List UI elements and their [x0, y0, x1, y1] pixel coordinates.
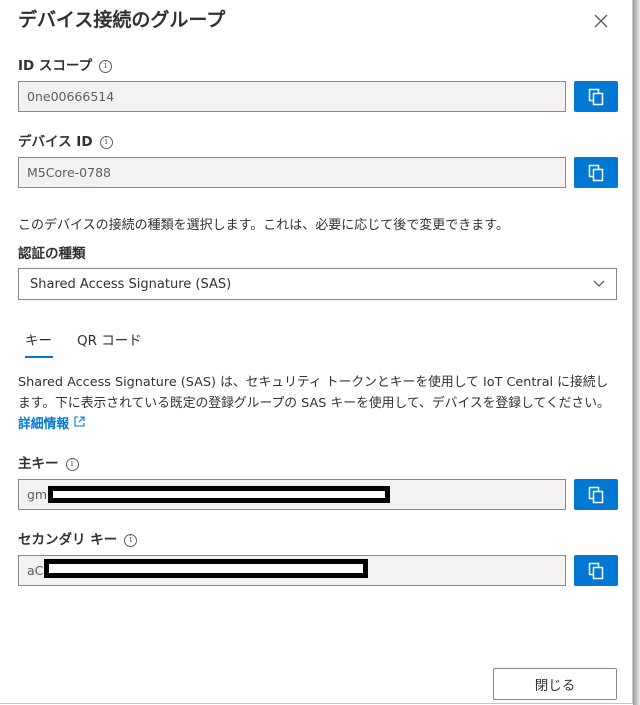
- primary-key-label: 主キー i: [18, 455, 79, 473]
- external-link-icon: [74, 416, 85, 427]
- close-icon: [594, 14, 608, 28]
- redaction-box: [48, 486, 390, 503]
- copy-icon: [588, 486, 604, 503]
- auth-type-dropdown[interactable]: Shared Access Signature (SAS): [18, 268, 617, 300]
- auth-type-label: 認証の種類: [18, 245, 86, 263]
- id-scope-label-text: ID スコープ: [18, 58, 93, 74]
- close-button[interactable]: 閉じる: [493, 668, 617, 700]
- copy-icon: [588, 562, 604, 579]
- redaction-box: [44, 559, 368, 578]
- secondary-key-label: セカンダリ キー i: [18, 531, 138, 549]
- primary-key-label-text: 主キー: [18, 456, 59, 472]
- redaction-fill: [53, 491, 385, 498]
- chevron-down-icon: [593, 280, 605, 287]
- tab-qr-code[interactable]: QR コード: [77, 331, 142, 351]
- info-icon[interactable]: i: [65, 457, 79, 471]
- connection-type-description: このデバイスの接続の種類を選択します。これは、必要に応じて後で変更できます。: [18, 218, 510, 233]
- learn-more-link-text: 詳細情報: [18, 417, 70, 432]
- panel-edge-shadow: [633, 0, 640, 705]
- device-connection-group-dialog: デバイス接続のグループ ID スコープ i 0ne00666514 デバイス I…: [0, 0, 633, 704]
- copy-secondary-key-button[interactable]: [574, 555, 618, 586]
- copy-device-id-button[interactable]: [574, 157, 618, 188]
- device-id-label-text: デバイス ID: [18, 134, 93, 150]
- device-id-field[interactable]: M5Core-0788: [18, 157, 566, 188]
- active-tab-indicator: [25, 356, 53, 358]
- dialog-title: デバイス接続のグループ: [18, 9, 226, 31]
- auth-type-selected: Shared Access Signature (SAS): [30, 276, 232, 292]
- copy-icon: [588, 88, 604, 105]
- sas-description-text: Shared Access Signature (SAS) は、セキュリティ ト…: [18, 375, 610, 411]
- primary-key-value: gm: [27, 487, 48, 502]
- copy-id-scope-button[interactable]: [574, 81, 618, 112]
- info-icon[interactable]: i: [99, 135, 113, 149]
- tab-keys[interactable]: キー: [25, 331, 52, 351]
- id-scope-label: ID スコープ i: [18, 57, 113, 75]
- secondary-key-value: aC: [27, 563, 44, 578]
- sas-description: Shared Access Signature (SAS) は、セキュリティ ト…: [18, 372, 618, 435]
- id-scope-value: 0ne00666514: [27, 89, 115, 104]
- learn-more-link[interactable]: 詳細情報: [18, 416, 85, 432]
- redaction-fill: [49, 564, 363, 573]
- info-icon[interactable]: i: [99, 59, 113, 73]
- auth-type-label-text: 認証の種類: [18, 246, 86, 262]
- device-id-label: デバイス ID i: [18, 133, 113, 151]
- secondary-key-label-text: セカンダリ キー: [18, 532, 118, 548]
- close-dialog-button[interactable]: [588, 8, 614, 34]
- id-scope-field[interactable]: 0ne00666514: [18, 81, 566, 112]
- copy-primary-key-button[interactable]: [574, 479, 618, 510]
- copy-icon: [588, 164, 604, 181]
- info-icon[interactable]: i: [124, 533, 138, 547]
- close-button-label: 閉じる: [534, 678, 576, 694]
- device-id-value: M5Core-0788: [27, 165, 111, 180]
